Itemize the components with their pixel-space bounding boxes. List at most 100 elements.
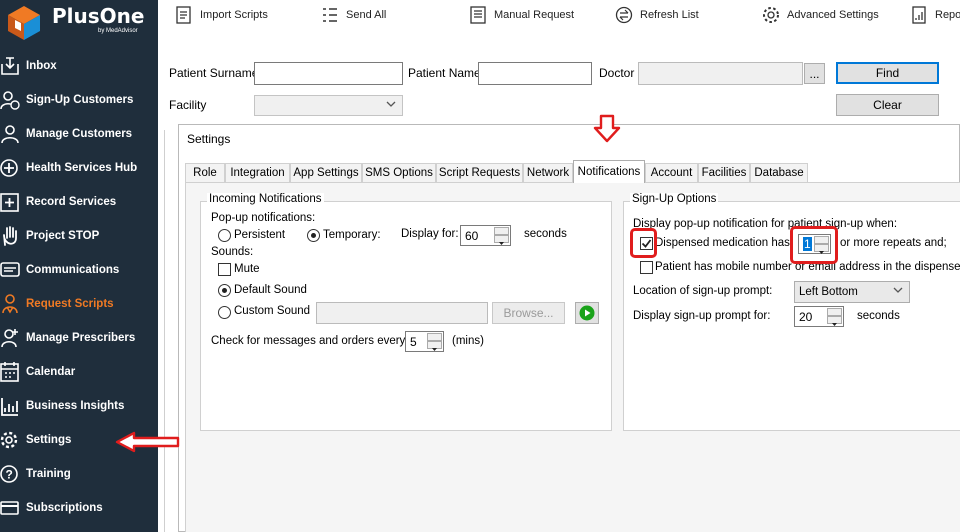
tab-role[interactable]: Role (185, 163, 225, 182)
calendar-icon (0, 362, 19, 382)
sidebar-item-manage-prescribers[interactable]: Manage Prescribers (0, 321, 158, 355)
sidebar-item-request-scripts[interactable]: Request Scripts (0, 287, 158, 321)
import-scripts-button[interactable]: Import Scripts (174, 2, 268, 28)
patient-surname-input[interactable] (254, 62, 403, 85)
chevron-down-icon (893, 287, 903, 293)
browse-button[interactable]: Browse... (492, 302, 565, 324)
group-title: Sign-Up Options (630, 193, 719, 205)
stepper-arrows (827, 308, 842, 326)
inbox-icon (1, 57, 19, 75)
check-messages-label: Check for messages and orders every: (211, 335, 409, 347)
sidebar-item-record-services[interactable]: Record Services (0, 185, 158, 219)
highlight-dispensed-checkbox (630, 228, 657, 258)
display-popup-label: Display pop-up notification for patient … (633, 218, 898, 230)
sidebar-item-manage-customers[interactable]: Manage Customers (0, 117, 158, 151)
manual-request-button[interactable]: Manual Request (468, 2, 574, 28)
arrow-down-annotation-icon (593, 114, 621, 143)
sidebar-item-training[interactable]: ? Training (0, 457, 158, 491)
patient-name-input[interactable] (478, 62, 592, 85)
stepper-up-arrow[interactable] (494, 227, 509, 238)
sidebar-item-health-services-hub[interactable]: Health Services Hub (0, 151, 158, 185)
stepper-down-arrow[interactable] (827, 316, 842, 326)
reports-label: Repo (935, 9, 960, 21)
sidebar-item-subscriptions[interactable]: Subscriptions (0, 491, 158, 525)
default-sound-radio[interactable] (218, 284, 231, 297)
reports-button[interactable]: Repo (909, 2, 960, 28)
persistent-radio[interactable] (218, 229, 231, 242)
incoming-notifications-group: Incoming Notifications Pop-up notificati… (200, 193, 612, 431)
card-icon (0, 501, 19, 515)
send-list-icon (323, 8, 337, 22)
sidebar-item-label: Record Services (26, 196, 117, 208)
clear-button[interactable]: Clear (836, 94, 939, 116)
tab-notifications[interactable]: Notifications (573, 160, 645, 183)
gear-icon (0, 431, 18, 449)
health-plus-icon (0, 159, 18, 177)
mobile-number-checkbox[interactable] (640, 261, 653, 274)
tab-account[interactable]: Account (645, 163, 698, 182)
tab-facilities[interactable]: Facilities (698, 163, 750, 182)
prompt-duration-stepper[interactable]: 20 (794, 306, 844, 327)
tab-network[interactable]: Network (523, 163, 573, 182)
sidebar-item-business-insights[interactable]: Business Insights (0, 389, 158, 423)
tab-integration[interactable]: Integration (225, 163, 290, 182)
group-title: Incoming Notifications (207, 193, 324, 205)
manual-request-label: Manual Request (494, 9, 575, 21)
sidebar-item-label: Sign-Up Customers (26, 94, 134, 106)
stepper-arrows (427, 333, 442, 351)
tab-app-settings[interactable]: App Settings (290, 163, 362, 182)
document-icon (470, 6, 486, 24)
report-icon (912, 6, 926, 24)
sidebar-item-label: Request Scripts (26, 298, 114, 310)
sidebar-item-sign-up-customers[interactable]: Sign-Up Customers (0, 83, 158, 117)
doctor-input[interactable] (638, 62, 803, 85)
persistent-label: Persistent (234, 229, 286, 241)
sidebar-item-project-stop[interactable]: Project STOP (0, 219, 158, 253)
check-interval-stepper[interactable]: 5 (405, 331, 444, 352)
sidebar-item-label: Health Services Hub (26, 162, 138, 174)
refresh-list-button[interactable]: Refresh List (614, 2, 699, 28)
sidebar-item-label: Project STOP (26, 230, 100, 242)
help-icon: ? (0, 465, 18, 483)
prompt-seconds-label: seconds (857, 310, 900, 322)
stepper-up-arrow[interactable] (427, 333, 442, 344)
triangle-down-icon (499, 242, 504, 245)
sounds-label: Sounds: (211, 246, 254, 258)
toolbar: Import Scripts Send All Manual Request R… (158, 0, 960, 32)
sidebar-item-calendar[interactable]: Calendar (0, 355, 158, 389)
svg-text:?: ? (6, 468, 13, 482)
sidebar-item-label: Manage Customers (26, 128, 133, 140)
facility-select[interactable] (254, 95, 403, 116)
stepper-down-arrow[interactable] (427, 341, 442, 351)
custom-sound-radio[interactable] (218, 306, 231, 319)
settings-dialog: Settings Role Integration App Settings S… (178, 124, 960, 532)
dialog-title: Settings (187, 132, 231, 146)
tab-database[interactable]: Database (750, 163, 808, 182)
tab-sms-options[interactable]: SMS Options (362, 163, 436, 182)
sidebar-item-inbox[interactable]: Inbox (0, 49, 158, 83)
location-select[interactable]: Left Bottom (794, 281, 910, 303)
location-label: Location of sign-up prompt: (633, 285, 773, 297)
highlight-repeats-stepper (790, 226, 838, 264)
custom-sound-path[interactable] (316, 302, 488, 324)
settings-gear-icon (763, 7, 779, 23)
sidebar-item-communications[interactable]: Communications (0, 253, 158, 287)
refresh-list-label: Refresh List (640, 9, 699, 21)
stepper-down-arrow[interactable] (494, 235, 509, 245)
triangle-down-icon (432, 348, 437, 351)
mute-label: Mute (234, 263, 260, 275)
sidebar-item-label: Business Insights (26, 400, 125, 412)
tab-script-requests[interactable]: Script Requests (436, 163, 523, 182)
advanced-settings-button[interactable]: Advanced Settings (761, 2, 879, 28)
stepper-up-arrow[interactable] (827, 308, 842, 319)
import-scripts-label: Import Scripts (200, 9, 268, 21)
send-all-button[interactable]: Send All (320, 2, 386, 28)
chat-icon (0, 262, 20, 277)
mute-checkbox[interactable] (218, 263, 231, 276)
patient-surname-label: Patient Surname (169, 66, 259, 80)
find-button[interactable]: Find (836, 62, 939, 84)
temporary-radio[interactable] (307, 229, 320, 242)
play-sound-button[interactable] (575, 302, 599, 324)
doctor-browse-button[interactable]: ... (804, 63, 825, 84)
display-for-stepper[interactable]: 60 (460, 225, 511, 246)
